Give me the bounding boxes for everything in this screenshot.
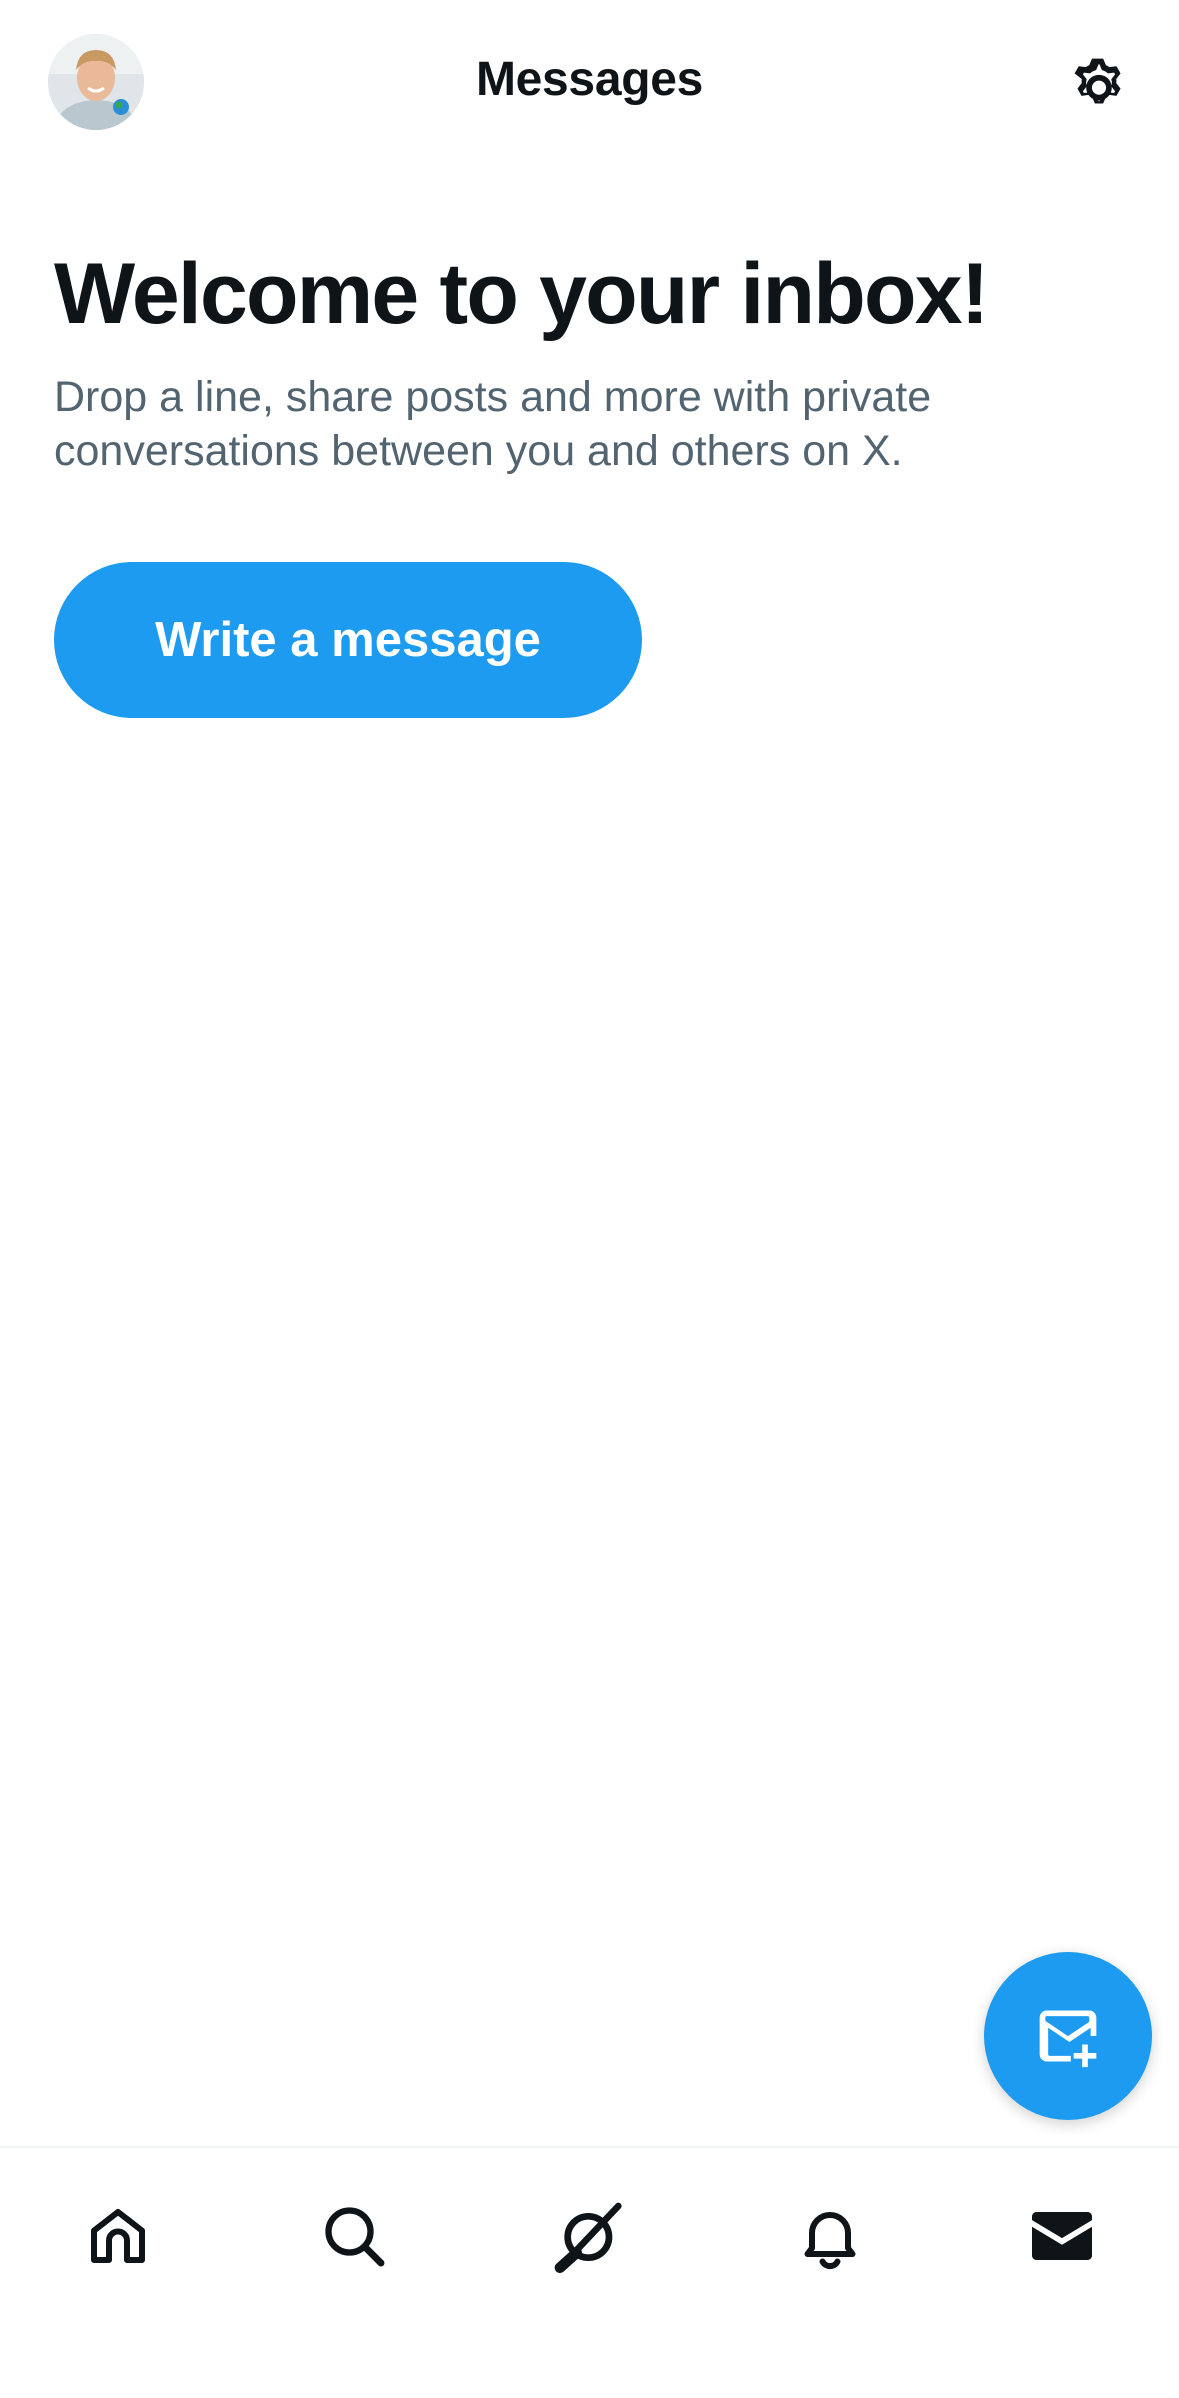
search-icon: [325, 2207, 385, 2267]
home-icon: [91, 2209, 145, 2263]
bottom-navigation: [0, 2146, 1179, 2398]
welcome-description: Drop a line, share posts and more with p…: [54, 373, 932, 475]
new-message-fab[interactable]: [984, 1952, 1152, 2120]
nav-grok[interactable]: [540, 2186, 640, 2286]
settings-button[interactable]: [1065, 48, 1133, 116]
nav-search[interactable]: [304, 2186, 404, 2286]
nav-home[interactable]: [68, 2186, 168, 2286]
bell-icon: [804, 2212, 856, 2270]
nav-messages[interactable]: [1012, 2186, 1112, 2286]
envelope-icon: [1032, 2212, 1092, 2260]
gear-icon: [1074, 58, 1121, 104]
new-message-icon: [1039, 2010, 1097, 2068]
grok-icon: [554, 2202, 622, 2273]
welcome-heading: Welcome to your inbox!: [54, 246, 989, 342]
write-message-button[interactable]: Write a message: [54, 562, 642, 718]
top-bar: Messages: [0, 0, 1179, 168]
page-title: Messages: [475, 53, 704, 106]
nav-notifications[interactable]: [780, 2186, 880, 2286]
